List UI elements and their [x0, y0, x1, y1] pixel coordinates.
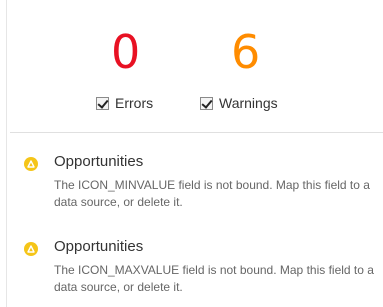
- summary-divider: [10, 132, 383, 133]
- errors-filter-label: Errors: [115, 95, 154, 111]
- warnings-count: 6: [231, 25, 261, 79]
- summary-filters: Errors Warnings: [0, 95, 383, 115]
- errors-filter-toggle[interactable]: Errors: [96, 95, 153, 111]
- warning-icon: [24, 157, 38, 171]
- issue-title: Opportunities: [54, 153, 144, 170]
- issue-title: Opportunities: [54, 238, 144, 255]
- issues-panel: 0 6 Errors Warnings Opportunities The IC…: [0, 0, 383, 307]
- warnings-filter-toggle[interactable]: Warnings: [200, 95, 278, 111]
- issue-description: The ICON_MINVALUE field is not bound. Ma…: [54, 178, 370, 209]
- warnings-checkbox[interactable]: [200, 96, 213, 110]
- issue-description: The ICON_MAXVALUE field is not bound. Ma…: [54, 263, 374, 294]
- warning-icon: [24, 242, 38, 256]
- errors-count: 0: [111, 25, 141, 79]
- errors-checkbox[interactable]: [96, 96, 109, 110]
- summary-counts: 0 6: [0, 26, 383, 86]
- warnings-filter-label: Warnings: [219, 95, 278, 111]
